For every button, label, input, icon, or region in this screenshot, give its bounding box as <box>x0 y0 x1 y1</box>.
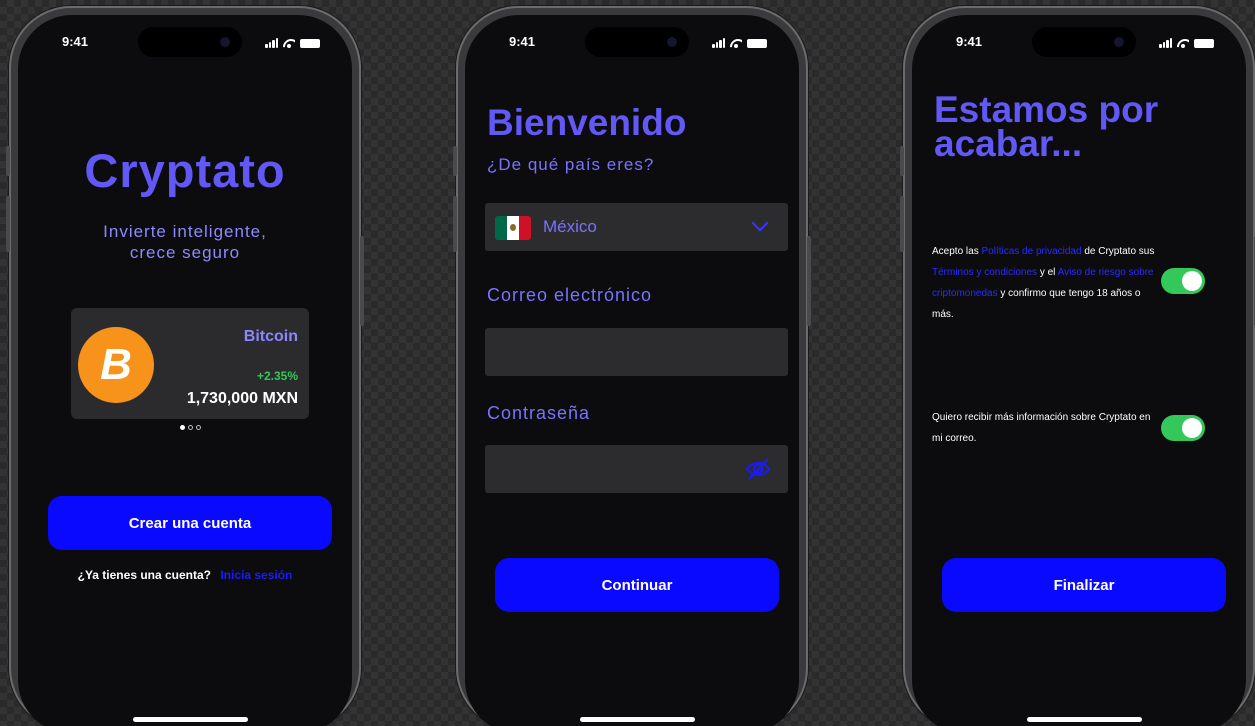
status-time: 9:41 <box>509 34 536 49</box>
phone-frame-terms: 9:41 Estamos por acabar... Acepto las Po… <box>900 6 1255 726</box>
newsletter-toggle[interactable] <box>1161 415 1205 441</box>
have-account-text: ¿Ya tienes una cuenta? <box>77 568 211 582</box>
crypto-price-card[interactable]: B Bitcoin +2.35% 1,730,000 MXN <box>71 308 309 419</box>
phone-frame-signup: 9:41 Bienvenido ¿De qué país eres? Méxic… <box>453 6 811 726</box>
home-indicator[interactable] <box>1027 717 1142 722</box>
terms-toggle[interactable] <box>1161 268 1205 294</box>
finish-button[interactable]: Finalizar <box>942 558 1226 612</box>
email-label: Correo electrónico <box>487 285 653 305</box>
phone-frame-welcome: 9:41 Cryptato Invierte inteligente, crec… <box>6 6 364 726</box>
status-time: 9:41 <box>62 34 89 49</box>
wifi-icon <box>1177 39 1189 48</box>
create-account-button[interactable]: Crear una cuenta <box>48 496 332 550</box>
terms-screen: 9:41 Estamos por acabar... Acepto las Po… <box>912 15 1246 726</box>
wifi-icon <box>730 39 742 48</box>
dynamic-island <box>585 27 689 57</box>
welcome-screen: 9:41 Cryptato Invierte inteligente, crec… <box>18 15 352 726</box>
country-value: México <box>543 217 597 236</box>
signal-icon <box>1159 38 1172 48</box>
app-brand-title: Cryptato <box>84 144 286 197</box>
page-title: Estamos por acabar... <box>934 89 1159 164</box>
coin-change: +2.35% <box>256 369 298 383</box>
login-prompt: ¿Ya tienes una cuenta? Inicia sesión <box>18 568 352 582</box>
login-link[interactable]: Inicia sesión <box>220 568 292 582</box>
newsletter-text: Quiero recibir más información sobre Cry… <box>932 412 1151 444</box>
dynamic-island <box>138 27 242 57</box>
terms-link[interactable]: Términos y condiciones <box>932 267 1037 278</box>
signup-screen: 9:41 Bienvenido ¿De qué país eres? Méxic… <box>465 15 799 726</box>
signal-icon <box>265 38 278 48</box>
country-question: ¿De qué país eres? <box>487 155 655 174</box>
terms-consent-text: Acepto las Políticas de privacidad de Cr… <box>932 246 1155 320</box>
dynamic-island <box>1032 27 1136 57</box>
wifi-icon <box>283 39 295 48</box>
mexico-flag-icon <box>495 216 531 240</box>
password-field[interactable] <box>485 445 788 493</box>
continue-button[interactable]: Continuar <box>495 558 779 612</box>
home-indicator[interactable] <box>133 717 248 722</box>
bitcoin-icon: B <box>78 327 154 403</box>
carousel-pager[interactable] <box>180 425 201 430</box>
app-tagline: Invierte inteligente, crece seguro <box>103 222 267 262</box>
privacy-policy-link[interactable]: Políticas de privacidad <box>981 246 1081 257</box>
country-select[interactable]: México <box>485 203 788 251</box>
eye-slash-icon[interactable] <box>744 457 772 481</box>
battery-icon <box>300 39 320 48</box>
coin-name: Bitcoin <box>243 328 298 345</box>
page-title: Bienvenido <box>487 102 687 143</box>
signal-icon <box>712 38 725 48</box>
password-label: Contraseña <box>487 403 591 423</box>
battery-icon <box>747 39 767 48</box>
battery-icon <box>1194 39 1214 48</box>
chevron-down-icon <box>751 214 769 232</box>
home-indicator[interactable] <box>580 717 695 722</box>
email-field[interactable] <box>485 328 788 376</box>
coin-price: 1,730,000 MXN <box>186 390 298 407</box>
status-time: 9:41 <box>956 34 983 49</box>
